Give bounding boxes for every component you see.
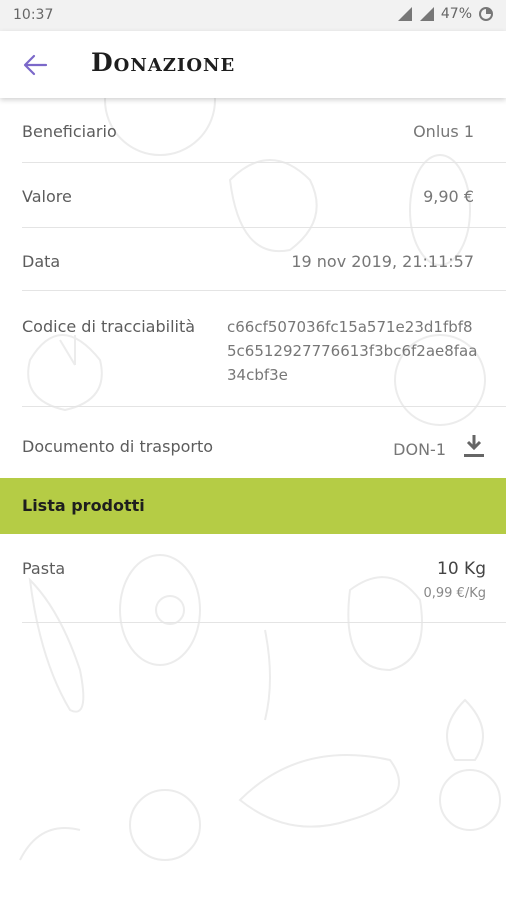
documento-label: Documento di trasporto <box>22 437 214 456</box>
list-item: Pasta 10 Kg 0,99 €/Kg <box>22 534 506 623</box>
battery-icon <box>479 7 493 21</box>
valore-value: 9,90 € <box>423 187 474 206</box>
product-unit-price: 0,99 €/Kg <box>423 586 486 601</box>
valore-label: Valore <box>22 187 72 206</box>
product-quantity: 10 Kg <box>437 559 486 579</box>
data-label: Data <box>22 252 61 271</box>
page-title: Donazione <box>91 48 236 77</box>
data-value: 19 nov 2019, 21:11:57 <box>291 252 474 271</box>
signal-icon <box>397 7 412 21</box>
beneficiario-value: Onlus 1 <box>413 122 474 141</box>
products-section-title: Lista prodotti <box>22 496 145 515</box>
app-bar: Donazione <box>0 31 506 98</box>
battery-text: 47% <box>440 6 472 22</box>
product-name: Pasta <box>22 559 66 578</box>
beneficiario-label: Beneficiario <box>22 122 117 141</box>
documento-value[interactable]: DON-1 <box>393 440 446 459</box>
donation-details: Beneficiario Onlus 1 Valore 9,90 € Data … <box>0 98 506 623</box>
detail-row-beneficiario: Beneficiario Onlus 1 <box>22 98 506 163</box>
detail-row-documento: Documento di trasporto DON-1 <box>22 407 506 478</box>
detail-row-codice: Codice di tracciabilità c66cf507036fc15a… <box>22 291 506 407</box>
download-icon[interactable] <box>462 433 486 459</box>
codice-value: c66cf507036fc15a571e23d1fbf85c6512927776… <box>227 318 478 384</box>
arrow-left-icon[interactable] <box>22 53 48 77</box>
status-time: 10:37 <box>13 7 54 23</box>
signal-icon <box>419 7 434 21</box>
detail-row-data: Data 19 nov 2019, 21:11:57 <box>22 228 506 291</box>
detail-row-valore: Valore 9,90 € <box>22 163 506 228</box>
products-section-header: Lista prodotti <box>0 478 506 534</box>
codice-label: Codice di tracciabilità <box>22 317 196 336</box>
status-bar: 10:37 47% <box>0 0 506 31</box>
